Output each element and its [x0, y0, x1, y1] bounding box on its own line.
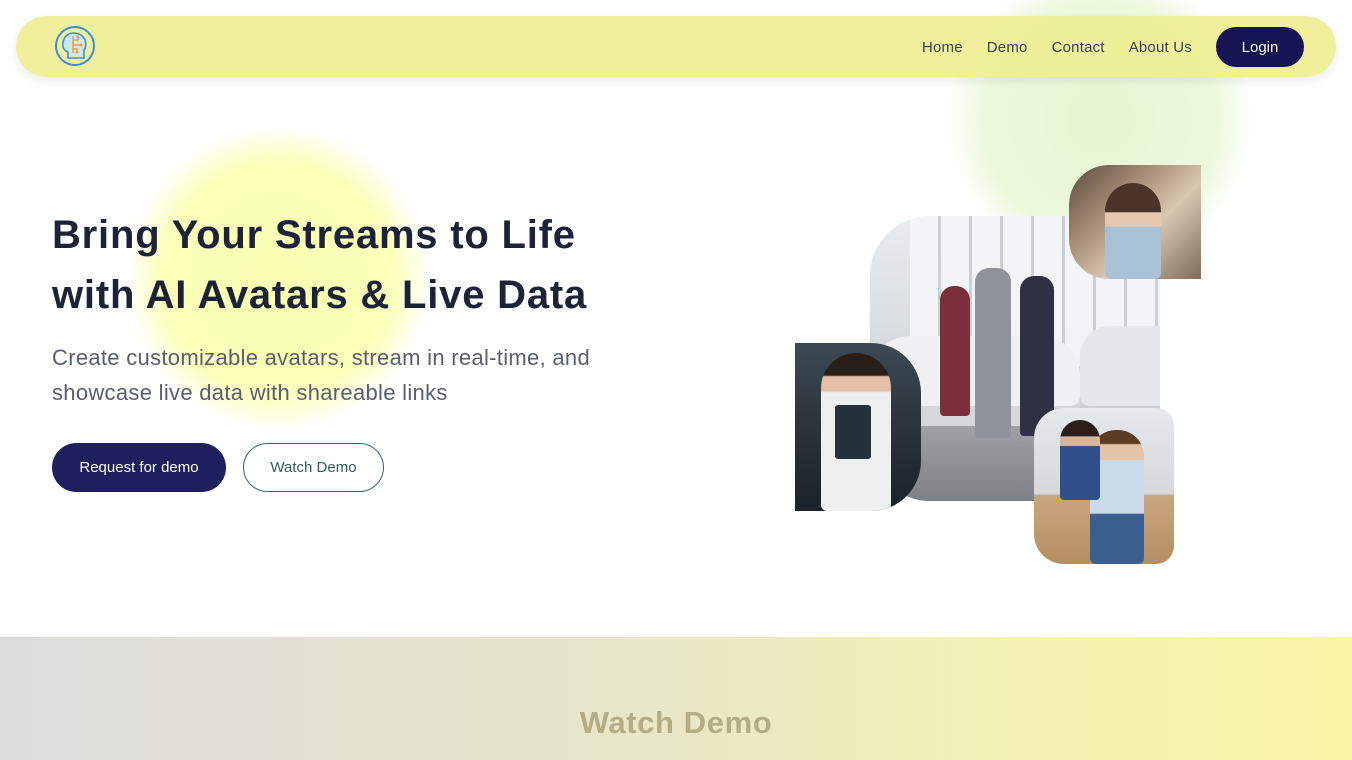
hero-subtitle: Create customizable avatars, stream in r… [52, 345, 591, 405]
nav-link-about-us[interactable]: About Us [1129, 39, 1192, 56]
nav-links: Home Demo Contact About Us Login [922, 27, 1304, 67]
woman-with-clipboard-photo [795, 343, 921, 511]
watch-demo-section: Watch Demo [0, 637, 1352, 760]
woman-figure [1060, 420, 1100, 500]
woman-figure [1105, 183, 1161, 279]
couple-with-tablet-photo [1034, 408, 1174, 564]
watch-demo-section-title: Watch Demo [579, 705, 773, 740]
person-woman [940, 286, 970, 416]
hero-title-line-2: with AI Avatars & Live Data [52, 273, 588, 317]
nav-link-demo[interactable]: Demo [987, 39, 1028, 56]
login-button[interactable]: Login [1216, 27, 1304, 67]
landing-page: Home Demo Contact About Us Login Bring Y… [0, 0, 1352, 760]
watch-demo-button[interactable]: Watch Demo [243, 443, 384, 492]
clipboard [835, 405, 871, 459]
nav-link-home[interactable]: Home [922, 39, 963, 56]
nav-link-contact[interactable]: Contact [1052, 39, 1105, 56]
hero-title: Bring Your Streams to Life with AI Avata… [52, 205, 692, 325]
navbar: Home Demo Contact About Us Login [16, 16, 1336, 77]
hero-title-line-1: Bring Your Streams to Life [52, 213, 576, 257]
woman-in-car-photo [1069, 165, 1201, 279]
white-car [1080, 326, 1160, 406]
person-man-grey-suit [975, 268, 1011, 438]
request-demo-button[interactable]: Request for demo [52, 443, 226, 492]
brain-head-icon[interactable] [54, 25, 96, 67]
